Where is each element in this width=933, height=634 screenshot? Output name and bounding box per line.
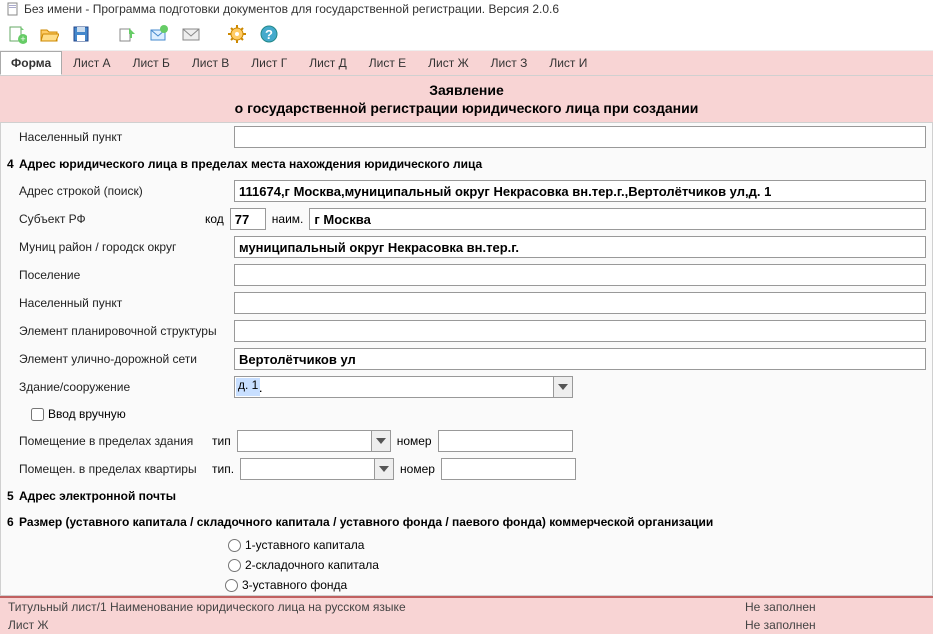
app-icon [6, 2, 20, 16]
subject-code-input[interactable] [230, 208, 266, 230]
section-4-title: 4 Адрес юридического лица в пределах мес… [1, 151, 932, 177]
locality-top-label: Населенный пункт [19, 130, 234, 144]
tab-list-i[interactable]: Лист И [538, 51, 598, 75]
mail-button[interactable] [178, 21, 204, 47]
building-label: Здание/сооружение [19, 380, 234, 394]
tab-form[interactable]: Форма [0, 51, 62, 75]
building-select[interactable] [234, 376, 554, 398]
form-area: Населенный пункт 4 Адрес юридического ли… [0, 122, 933, 596]
svg-text:?: ? [265, 27, 273, 42]
settlement-input[interactable] [234, 264, 926, 286]
svg-text:+: + [20, 34, 25, 44]
send-button[interactable] [146, 21, 172, 47]
tab-list-z[interactable]: Лист З [480, 51, 539, 75]
status-row1-right: Не заполнен [745, 600, 925, 614]
tabs: Форма Лист А Лист Б Лист В Лист Г Лист Д… [0, 51, 933, 76]
settings-button[interactable] [224, 21, 250, 47]
manual-label: Ввод вручную [48, 407, 126, 421]
new-button[interactable]: + [4, 21, 30, 47]
room-type-select[interactable] [237, 430, 372, 452]
save-button[interactable] [68, 21, 94, 47]
subject-name-input[interactable] [309, 208, 926, 230]
tab-list-zh[interactable]: Лист Ж [417, 51, 480, 75]
locality-top-input[interactable] [234, 126, 926, 148]
window-title: Без имени - Программа подготовки докумен… [24, 2, 559, 16]
capital-opt3-radio[interactable] [225, 579, 238, 592]
street-label: Элемент улично-дорожной сети [19, 352, 234, 366]
plan-input[interactable] [234, 320, 926, 342]
section-6-title: 6 Размер (уставного капитала / складочно… [1, 509, 932, 535]
street-input[interactable] [234, 348, 926, 370]
tab-list-a[interactable]: Лист А [62, 51, 121, 75]
settlement-label: Поселение [19, 268, 234, 282]
munic-label: Муниц район / городск округ [19, 240, 234, 254]
page-subtitle: о государственной регистрации юридическо… [0, 100, 933, 122]
room-num-input[interactable] [438, 430, 573, 452]
apt-label: Помещен. в пределах квартиры [19, 462, 212, 476]
capital-opt1-radio[interactable] [228, 539, 241, 552]
tab-list-g[interactable]: Лист Г [240, 51, 298, 75]
open-button[interactable] [36, 21, 62, 47]
toolbar: + ? [0, 18, 933, 51]
apt-num-input[interactable] [441, 458, 576, 480]
page-title: Заявление [0, 76, 933, 100]
munic-input[interactable] [234, 236, 926, 258]
section-5-title: 5 Адрес электронной почты [1, 483, 932, 509]
locality-input[interactable] [234, 292, 926, 314]
room-label: Помещение в пределах здания [19, 434, 212, 448]
status-row1-left: Титульный лист/1 Наименование юридическо… [8, 600, 745, 614]
plan-label: Элемент планировочной структуры [19, 324, 234, 338]
apt-type-dropdown[interactable] [374, 458, 394, 480]
subject-rf-label: Субъект РФ [19, 212, 199, 226]
status-row2-left: Лист Ж [8, 618, 745, 632]
tab-list-e[interactable]: Лист Е [358, 51, 417, 75]
room-type-dropdown[interactable] [371, 430, 391, 452]
status-panel: Титульный лист/1 Наименование юридическо… [0, 596, 933, 634]
export-button[interactable] [114, 21, 140, 47]
apt-type-select[interactable] [240, 458, 375, 480]
tab-list-b[interactable]: Лист Б [122, 51, 181, 75]
tab-list-v[interactable]: Лист В [181, 51, 240, 75]
tab-list-d[interactable]: Лист Д [298, 51, 358, 75]
capital-opt2-radio[interactable] [228, 559, 241, 572]
building-dropdown[interactable] [553, 376, 573, 398]
addr-search-input[interactable] [234, 180, 926, 202]
status-row2-right: Не заполнен [745, 618, 925, 632]
addr-search-label: Адрес строкой (поиск) [19, 184, 234, 198]
title-bar: Без имени - Программа подготовки докумен… [0, 0, 933, 18]
locality-label: Населенный пункт [19, 296, 234, 310]
help-button[interactable]: ? [256, 21, 282, 47]
manual-checkbox[interactable] [31, 408, 44, 421]
